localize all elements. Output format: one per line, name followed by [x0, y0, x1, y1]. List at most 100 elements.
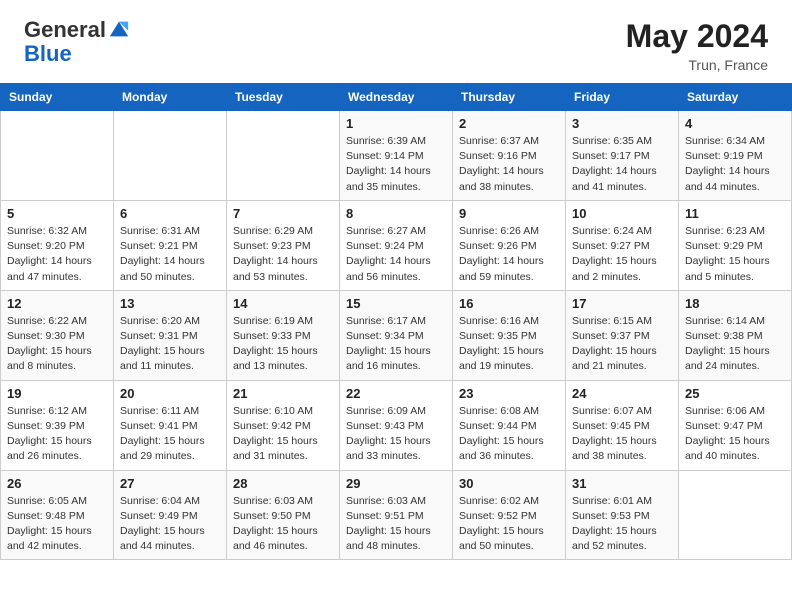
- day-info: Sunrise: 6:14 AMSunset: 9:38 PMDaylight:…: [685, 314, 785, 375]
- day-number: 8: [346, 206, 446, 221]
- calendar-week-row: 26 Sunrise: 6:05 AMSunset: 9:48 PMDayligh…: [1, 470, 792, 560]
- calendar-cell: 20 Sunrise: 6:11 AMSunset: 9:41 PMDayligh…: [114, 380, 227, 470]
- day-number: 14: [233, 296, 333, 311]
- day-number: 3: [572, 116, 672, 131]
- calendar-cell: 8 Sunrise: 6:27 AMSunset: 9:24 PMDaylight…: [340, 200, 453, 290]
- day-info: Sunrise: 6:26 AMSunset: 9:26 PMDaylight:…: [459, 224, 559, 285]
- calendar-week-row: 12Sunrise: 6:22 AMSunset: 9:30 PMDayligh…: [1, 290, 792, 380]
- day-info: Sunrise: 6:23 AMSunset: 9:29 PMDaylight:…: [685, 224, 785, 285]
- title-block: May 2024 Trun, France: [626, 18, 768, 73]
- calendar-cell: 16Sunrise: 6:16 AMSunset: 9:35 PMDayligh…: [453, 290, 566, 380]
- calendar-cell: 15Sunrise: 6:17 AMSunset: 9:34 PMDayligh…: [340, 290, 453, 380]
- calendar-cell: 7Sunrise: 6:29 AMSunset: 9:23 PMDaylight…: [227, 200, 340, 290]
- day-number: 24: [572, 386, 672, 401]
- day-number: 10: [572, 206, 672, 221]
- day-number: 4: [685, 116, 785, 131]
- day-info: Sunrise: 6:39 AMSunset: 9:14 PMDaylight:…: [346, 134, 446, 195]
- logo-blue: Blue: [24, 41, 72, 66]
- day-number: 21: [233, 386, 333, 401]
- calendar-cell: 19 Sunrise: 6:12 AMSunset: 9:39 PMDayligh…: [1, 380, 114, 470]
- month-year: May 2024: [626, 18, 768, 55]
- day-info: Sunrise: 6:05 AMSunset: 9:48 PMDaylight:…: [7, 494, 107, 555]
- calendar-cell: 3 Sunrise: 6:35 AMSunset: 9:17 PMDaylight…: [566, 111, 679, 201]
- calendar-cell: 31 Sunrise: 6:01 AMSunset: 9:53 PMDayligh…: [566, 470, 679, 560]
- calendar-cell: 5Sunrise: 6:32 AMSunset: 9:20 PMDaylight…: [1, 200, 114, 290]
- day-info: Sunrise: 6:27 AMSunset: 9:24 PMDaylight:…: [346, 224, 446, 285]
- calendar-cell: 29 Sunrise: 6:03 AMSunset: 9:51 PMDayligh…: [340, 470, 453, 560]
- calendar-cell: 30 Sunrise: 6:02 AMSunset: 9:52 PMDayligh…: [453, 470, 566, 560]
- day-info: Sunrise: 6:19 AMSunset: 9:33 PMDaylight:…: [233, 314, 333, 375]
- calendar-cell: 9 Sunrise: 6:26 AMSunset: 9:26 PMDaylight…: [453, 200, 566, 290]
- day-info: Sunrise: 6:07 AMSunset: 9:45 PMDaylight:…: [572, 404, 672, 465]
- calendar-cell: 1 Sunrise: 6:39 AMSunset: 9:14 PMDaylight…: [340, 111, 453, 201]
- calendar-cell: 25Sunrise: 6:06 AMSunset: 9:47 PMDayligh…: [679, 380, 792, 470]
- calendar-cell: [227, 111, 340, 201]
- calendar-cell: 10 Sunrise: 6:24 AMSunset: 9:27 PMDayligh…: [566, 200, 679, 290]
- calendar-cell: 26 Sunrise: 6:05 AMSunset: 9:48 PMDayligh…: [1, 470, 114, 560]
- weekday-header: Sunday: [1, 84, 114, 111]
- day-number: 27: [120, 476, 220, 491]
- calendar-week-row: 5Sunrise: 6:32 AMSunset: 9:20 PMDaylight…: [1, 200, 792, 290]
- day-info: Sunrise: 6:03 AMSunset: 9:50 PMDaylight:…: [233, 494, 333, 555]
- day-number: 26: [7, 476, 107, 491]
- weekday-header: Friday: [566, 84, 679, 111]
- day-number: 7: [233, 206, 333, 221]
- logo: General Blue: [24, 18, 130, 66]
- calendar-cell: 27 Sunrise: 6:04 AMSunset: 9:49 PMDayligh…: [114, 470, 227, 560]
- calendar-cell: 28 Sunrise: 6:03 AMSunset: 9:50 PMDayligh…: [227, 470, 340, 560]
- day-info: Sunrise: 6:16 AMSunset: 9:35 PMDaylight:…: [459, 314, 559, 375]
- calendar-cell: [679, 470, 792, 560]
- day-number: 29: [346, 476, 446, 491]
- day-info: Sunrise: 6:08 AMSunset: 9:44 PMDaylight:…: [459, 404, 559, 465]
- day-number: 25: [685, 386, 785, 401]
- day-info: Sunrise: 6:04 AMSunset: 9:49 PMDaylight:…: [120, 494, 220, 555]
- day-number: 31: [572, 476, 672, 491]
- day-number: 6: [120, 206, 220, 221]
- calendar-cell: 18Sunrise: 6:14 AMSunset: 9:38 PMDayligh…: [679, 290, 792, 380]
- day-info: Sunrise: 6:12 AMSunset: 9:39 PMDaylight:…: [7, 404, 107, 465]
- day-info: Sunrise: 6:01 AMSunset: 9:53 PMDaylight:…: [572, 494, 672, 555]
- day-number: 22: [346, 386, 446, 401]
- day-number: 13: [120, 296, 220, 311]
- day-number: 17: [572, 296, 672, 311]
- day-number: 11: [685, 206, 785, 221]
- calendar-cell: 22 Sunrise: 6:09 AMSunset: 9:43 PMDayligh…: [340, 380, 453, 470]
- day-info: Sunrise: 6:17 AMSunset: 9:34 PMDaylight:…: [346, 314, 446, 375]
- calendar-week-row: 19 Sunrise: 6:12 AMSunset: 9:39 PMDayligh…: [1, 380, 792, 470]
- calendar-cell: [114, 111, 227, 201]
- weekday-header: Thursday: [453, 84, 566, 111]
- calendar-cell: 12Sunrise: 6:22 AMSunset: 9:30 PMDayligh…: [1, 290, 114, 380]
- logo-icon: [108, 18, 130, 40]
- location: Trun, France: [626, 57, 768, 73]
- day-number: 19: [7, 386, 107, 401]
- calendar-cell: 13Sunrise: 6:20 AMSunset: 9:31 PMDayligh…: [114, 290, 227, 380]
- logo-general: General: [24, 18, 106, 42]
- day-info: Sunrise: 6:02 AMSunset: 9:52 PMDaylight:…: [459, 494, 559, 555]
- calendar-cell: 21Sunrise: 6:10 AMSunset: 9:42 PMDayligh…: [227, 380, 340, 470]
- weekday-header: Tuesday: [227, 84, 340, 111]
- day-info: Sunrise: 6:09 AMSunset: 9:43 PMDaylight:…: [346, 404, 446, 465]
- day-info: Sunrise: 6:24 AMSunset: 9:27 PMDaylight:…: [572, 224, 672, 285]
- calendar-week-row: 1 Sunrise: 6:39 AMSunset: 9:14 PMDaylight…: [1, 111, 792, 201]
- weekday-header: Saturday: [679, 84, 792, 111]
- day-info: Sunrise: 6:35 AMSunset: 9:17 PMDaylight:…: [572, 134, 672, 195]
- day-info: Sunrise: 6:31 AMSunset: 9:21 PMDaylight:…: [120, 224, 220, 285]
- day-number: 30: [459, 476, 559, 491]
- calendar-cell: 11 Sunrise: 6:23 AMSunset: 9:29 PMDayligh…: [679, 200, 792, 290]
- calendar-cell: [1, 111, 114, 201]
- day-number: 9: [459, 206, 559, 221]
- day-info: Sunrise: 6:03 AMSunset: 9:51 PMDaylight:…: [346, 494, 446, 555]
- day-info: Sunrise: 6:11 AMSunset: 9:41 PMDaylight:…: [120, 404, 220, 465]
- calendar-cell: 2Sunrise: 6:37 AMSunset: 9:16 PMDaylight…: [453, 111, 566, 201]
- day-number: 20: [120, 386, 220, 401]
- day-info: Sunrise: 6:32 AMSunset: 9:20 PMDaylight:…: [7, 224, 107, 285]
- calendar-cell: 23Sunrise: 6:08 AMSunset: 9:44 PMDayligh…: [453, 380, 566, 470]
- weekday-header: Monday: [114, 84, 227, 111]
- calendar-cell: 17Sunrise: 6:15 AMSunset: 9:37 PMDayligh…: [566, 290, 679, 380]
- day-info: Sunrise: 6:34 AMSunset: 9:19 PMDaylight:…: [685, 134, 785, 195]
- day-info: Sunrise: 6:22 AMSunset: 9:30 PMDaylight:…: [7, 314, 107, 375]
- calendar-header-row: SundayMondayTuesdayWednesdayThursdayFrid…: [1, 84, 792, 111]
- day-number: 28: [233, 476, 333, 491]
- day-number: 1: [346, 116, 446, 131]
- calendar-table: SundayMondayTuesdayWednesdayThursdayFrid…: [0, 83, 792, 560]
